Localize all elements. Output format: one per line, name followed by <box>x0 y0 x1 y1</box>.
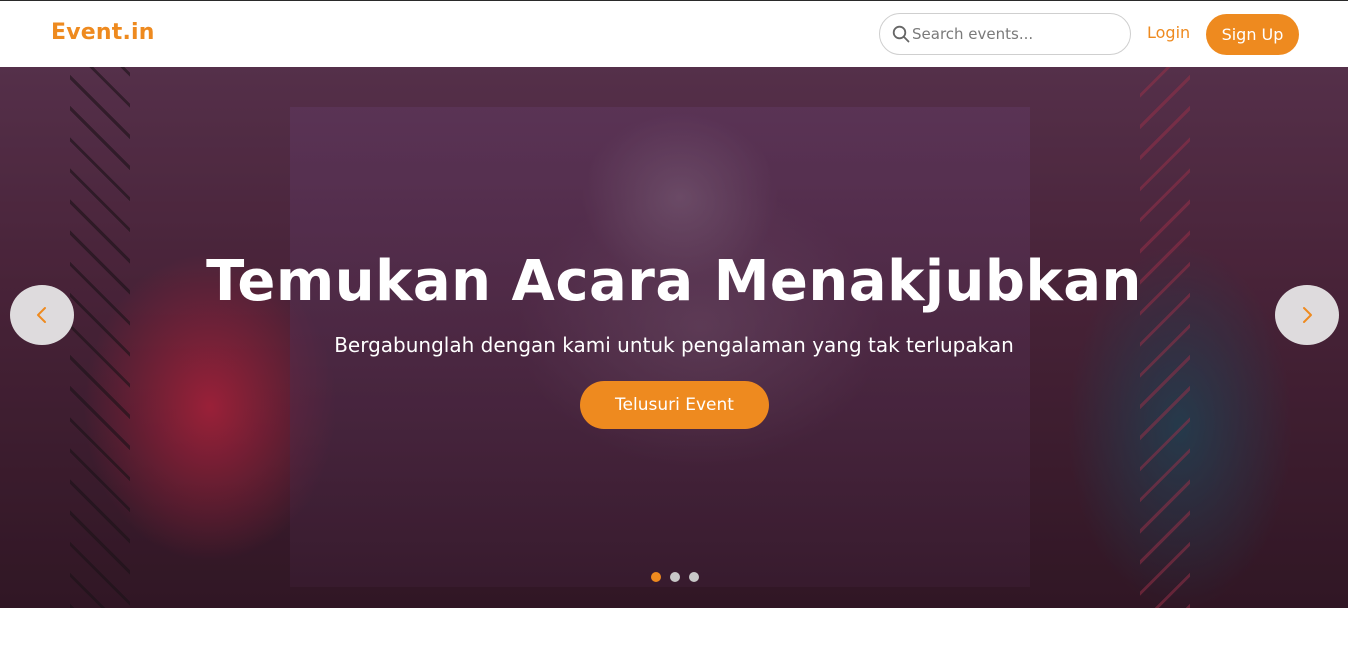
search-icon <box>892 25 910 43</box>
carousel-dot-3[interactable] <box>689 572 699 582</box>
hero-title: Temukan Acara Menakjubkan <box>206 249 1142 314</box>
carousel-dot-1[interactable] <box>651 572 661 582</box>
login-link[interactable]: Login <box>1147 23 1190 42</box>
carousel-prev-button[interactable] <box>10 285 74 345</box>
browse-events-button[interactable]: Telusuri Event <box>580 381 769 429</box>
brand-logo[interactable]: Event.in <box>51 20 155 45</box>
search-input[interactable] <box>912 23 1117 45</box>
hero-subtitle: Bergabunglah dengan kami untuk pengalama… <box>334 333 1014 357</box>
signup-button[interactable]: Sign Up <box>1206 14 1299 55</box>
chevron-right-icon <box>1303 307 1312 323</box>
search-box[interactable] <box>879 13 1131 55</box>
chevron-left-icon <box>37 307 46 323</box>
next-section-title <box>0 640 1348 663</box>
carousel-next-button[interactable] <box>1275 285 1339 345</box>
carousel-dot-2[interactable] <box>670 572 680 582</box>
carousel-indicators <box>651 567 708 582</box>
hero-carousel: Temukan Acara Menakjubkan Bergabunglah d… <box>0 67 1348 608</box>
navbar: Event.in Login Sign Up <box>0 1 1348 67</box>
